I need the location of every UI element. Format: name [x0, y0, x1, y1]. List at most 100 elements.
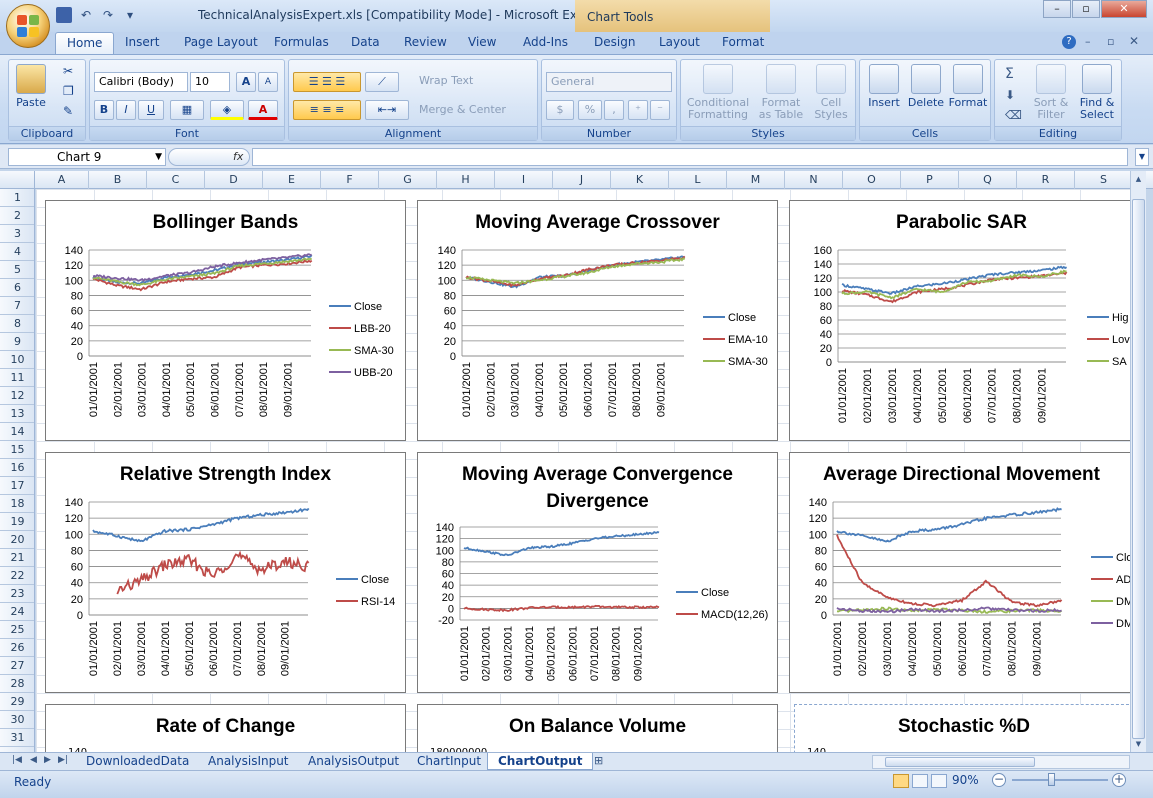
- horizontal-scroll-thumb[interactable]: [885, 757, 1035, 767]
- column-header[interactable]: H: [437, 171, 495, 189]
- row-header[interactable]: 10: [0, 351, 34, 369]
- row-header[interactable]: 7: [0, 297, 34, 315]
- row-header[interactable]: 6: [0, 279, 34, 297]
- increase-decimal-button[interactable]: ⁺: [628, 100, 648, 120]
- tab-layout[interactable]: Layout: [659, 35, 700, 49]
- insert-function-button[interactable]: fx: [168, 148, 250, 166]
- chart-on-balance-volume[interactable]: On Balance Volume 180000000: [417, 704, 778, 752]
- column-header[interactable]: G: [379, 171, 437, 189]
- scroll-up-icon[interactable]: ▲: [1132, 173, 1145, 185]
- name-box-dropdown-icon[interactable]: ▼: [155, 149, 162, 165]
- chart-parabolic-sar[interactable]: Parabolic SAR 160 140 120 100 80 60 40 20 0 01/01…: [789, 200, 1130, 441]
- currency-button[interactable]: $: [546, 100, 574, 120]
- vertical-scrollbar[interactable]: ▲ ▼: [1130, 171, 1146, 752]
- autosum-button[interactable]: Σ: [1005, 66, 1014, 82]
- column-header[interactable]: K: [611, 171, 669, 189]
- scroll-down-icon[interactable]: ▼: [1132, 738, 1145, 750]
- ribbon-minimize-icon[interactable]: –: [1085, 35, 1091, 48]
- tab-page-layout[interactable]: Page Layout: [184, 35, 258, 49]
- row-header[interactable]: 8: [0, 315, 34, 333]
- tab-add-ins[interactable]: Add-Ins: [523, 35, 568, 49]
- find-select-button[interactable]: Find & Select: [1075, 64, 1119, 121]
- format-as-table-button[interactable]: Format as Table: [755, 64, 807, 121]
- row-header[interactable]: 18: [0, 495, 34, 513]
- copy-icon[interactable]: ❐: [63, 84, 74, 98]
- row-header[interactable]: 25: [0, 621, 34, 639]
- column-header[interactable]: B: [89, 171, 147, 189]
- chart-moving-average-crossover[interactable]: Moving Average Crossover 140 120 100 80 60 40…: [417, 200, 778, 441]
- row-header[interactable]: 28: [0, 675, 34, 693]
- row-header[interactable]: 17: [0, 477, 34, 495]
- row-header[interactable]: 4: [0, 243, 34, 261]
- chart-bollinger-bands[interactable]: Bollinger Bands 140 120 100 80 60 40 20 0 01/01/…: [45, 200, 406, 441]
- minimize-button[interactable]: –: [1043, 0, 1071, 18]
- zoom-out-button[interactable]: −: [992, 773, 1006, 787]
- column-header[interactable]: S: [1075, 171, 1133, 189]
- column-header[interactable]: Q: [959, 171, 1017, 189]
- paste-button[interactable]: Paste: [13, 64, 49, 109]
- grow-font-button[interactable]: A: [236, 72, 256, 92]
- sheet-tab-analysis-input[interactable]: AnalysisInput: [198, 753, 299, 770]
- format-cells-button[interactable]: Format: [948, 64, 988, 109]
- fill-color-button[interactable]: ◈: [210, 100, 244, 120]
- row-header[interactable]: 24: [0, 603, 34, 621]
- insert-sheet-icon[interactable]: ⊞: [594, 754, 603, 767]
- row-header[interactable]: 21: [0, 549, 34, 567]
- worksheet-grid[interactable]: Bollinger Bands 140 120 100 80 60 40 20 0 01/01/…: [36, 189, 1130, 752]
- normal-view-icon[interactable]: [893, 774, 909, 788]
- column-header[interactable]: R: [1017, 171, 1075, 189]
- row-header[interactable]: 11: [0, 369, 34, 387]
- row-header[interactable]: 27: [0, 657, 34, 675]
- close-button[interactable]: ✕: [1101, 0, 1147, 18]
- font-size-combo[interactable]: 10: [190, 72, 230, 92]
- name-box[interactable]: Chart 9 ▼: [8, 148, 166, 166]
- row-header[interactable]: 30: [0, 711, 34, 729]
- zoom-slider-knob[interactable]: [1048, 773, 1055, 786]
- save-icon[interactable]: [56, 7, 72, 23]
- next-sheet-icon[interactable]: ▶: [44, 755, 51, 765]
- row-header[interactable]: 16: [0, 459, 34, 477]
- conditional-formatting-button[interactable]: Conditional Formatting: [685, 64, 751, 121]
- help-icon[interactable]: ?: [1062, 35, 1076, 49]
- column-header[interactable]: C: [147, 171, 205, 189]
- formula-input[interactable]: [252, 148, 1128, 166]
- workbook-close-icon[interactable]: ✕: [1129, 34, 1139, 48]
- row-header[interactable]: 1: [0, 189, 34, 207]
- tab-design[interactable]: Design: [594, 35, 635, 49]
- column-header[interactable]: N: [785, 171, 843, 189]
- zoom-slider[interactable]: [1012, 773, 1108, 786]
- last-sheet-icon[interactable]: ▶|: [58, 755, 68, 765]
- chart-average-directional-movement[interactable]: Average Directional Movement 140 120 100 80…: [789, 452, 1130, 693]
- row-header[interactable]: 19: [0, 513, 34, 531]
- percent-button[interactable]: %: [578, 100, 602, 120]
- comma-button[interactable]: ,: [604, 100, 624, 120]
- clear-icon[interactable]: ⌫: [1005, 108, 1022, 122]
- fill-icon[interactable]: ⬇: [1005, 88, 1015, 102]
- customize-qat-icon[interactable]: ▾: [122, 7, 138, 23]
- tab-review[interactable]: Review: [404, 35, 447, 49]
- row-header[interactable]: 20: [0, 531, 34, 549]
- tab-format[interactable]: Format: [722, 35, 764, 49]
- row-header[interactable]: 23: [0, 585, 34, 603]
- sheet-tab-downloaded-data[interactable]: DownloadedData: [76, 753, 199, 770]
- column-header[interactable]: A: [35, 171, 89, 189]
- vertical-scroll-thumb[interactable]: [1132, 199, 1145, 739]
- column-header[interactable]: P: [901, 171, 959, 189]
- tab-insert[interactable]: Insert: [125, 35, 159, 49]
- chart-relative-strength-index[interactable]: Relative Strength Index 140 120 100 80 60 40 2…: [45, 452, 406, 693]
- row-header[interactable]: 2: [0, 207, 34, 225]
- row-header[interactable]: 29: [0, 693, 34, 711]
- tab-home[interactable]: Home: [55, 32, 115, 55]
- row-header[interactable]: 5: [0, 261, 34, 279]
- delete-cells-button[interactable]: Delete: [906, 64, 946, 109]
- redo-icon[interactable]: ↷: [100, 7, 116, 23]
- column-header[interactable]: M: [727, 171, 785, 189]
- chart-macd[interactable]: Moving Average Convergence Divergence 14…: [417, 452, 778, 693]
- tab-formulas[interactable]: Formulas: [274, 35, 329, 49]
- page-layout-view-icon[interactable]: [912, 774, 928, 788]
- row-header[interactable]: 3: [0, 225, 34, 243]
- borders-button[interactable]: ▦: [170, 100, 204, 120]
- shrink-font-button[interactable]: A: [258, 72, 278, 92]
- sheet-tab-analysis-output[interactable]: AnalysisOutput: [298, 753, 409, 770]
- sheet-tab-chart-input[interactable]: ChartInput: [407, 753, 491, 770]
